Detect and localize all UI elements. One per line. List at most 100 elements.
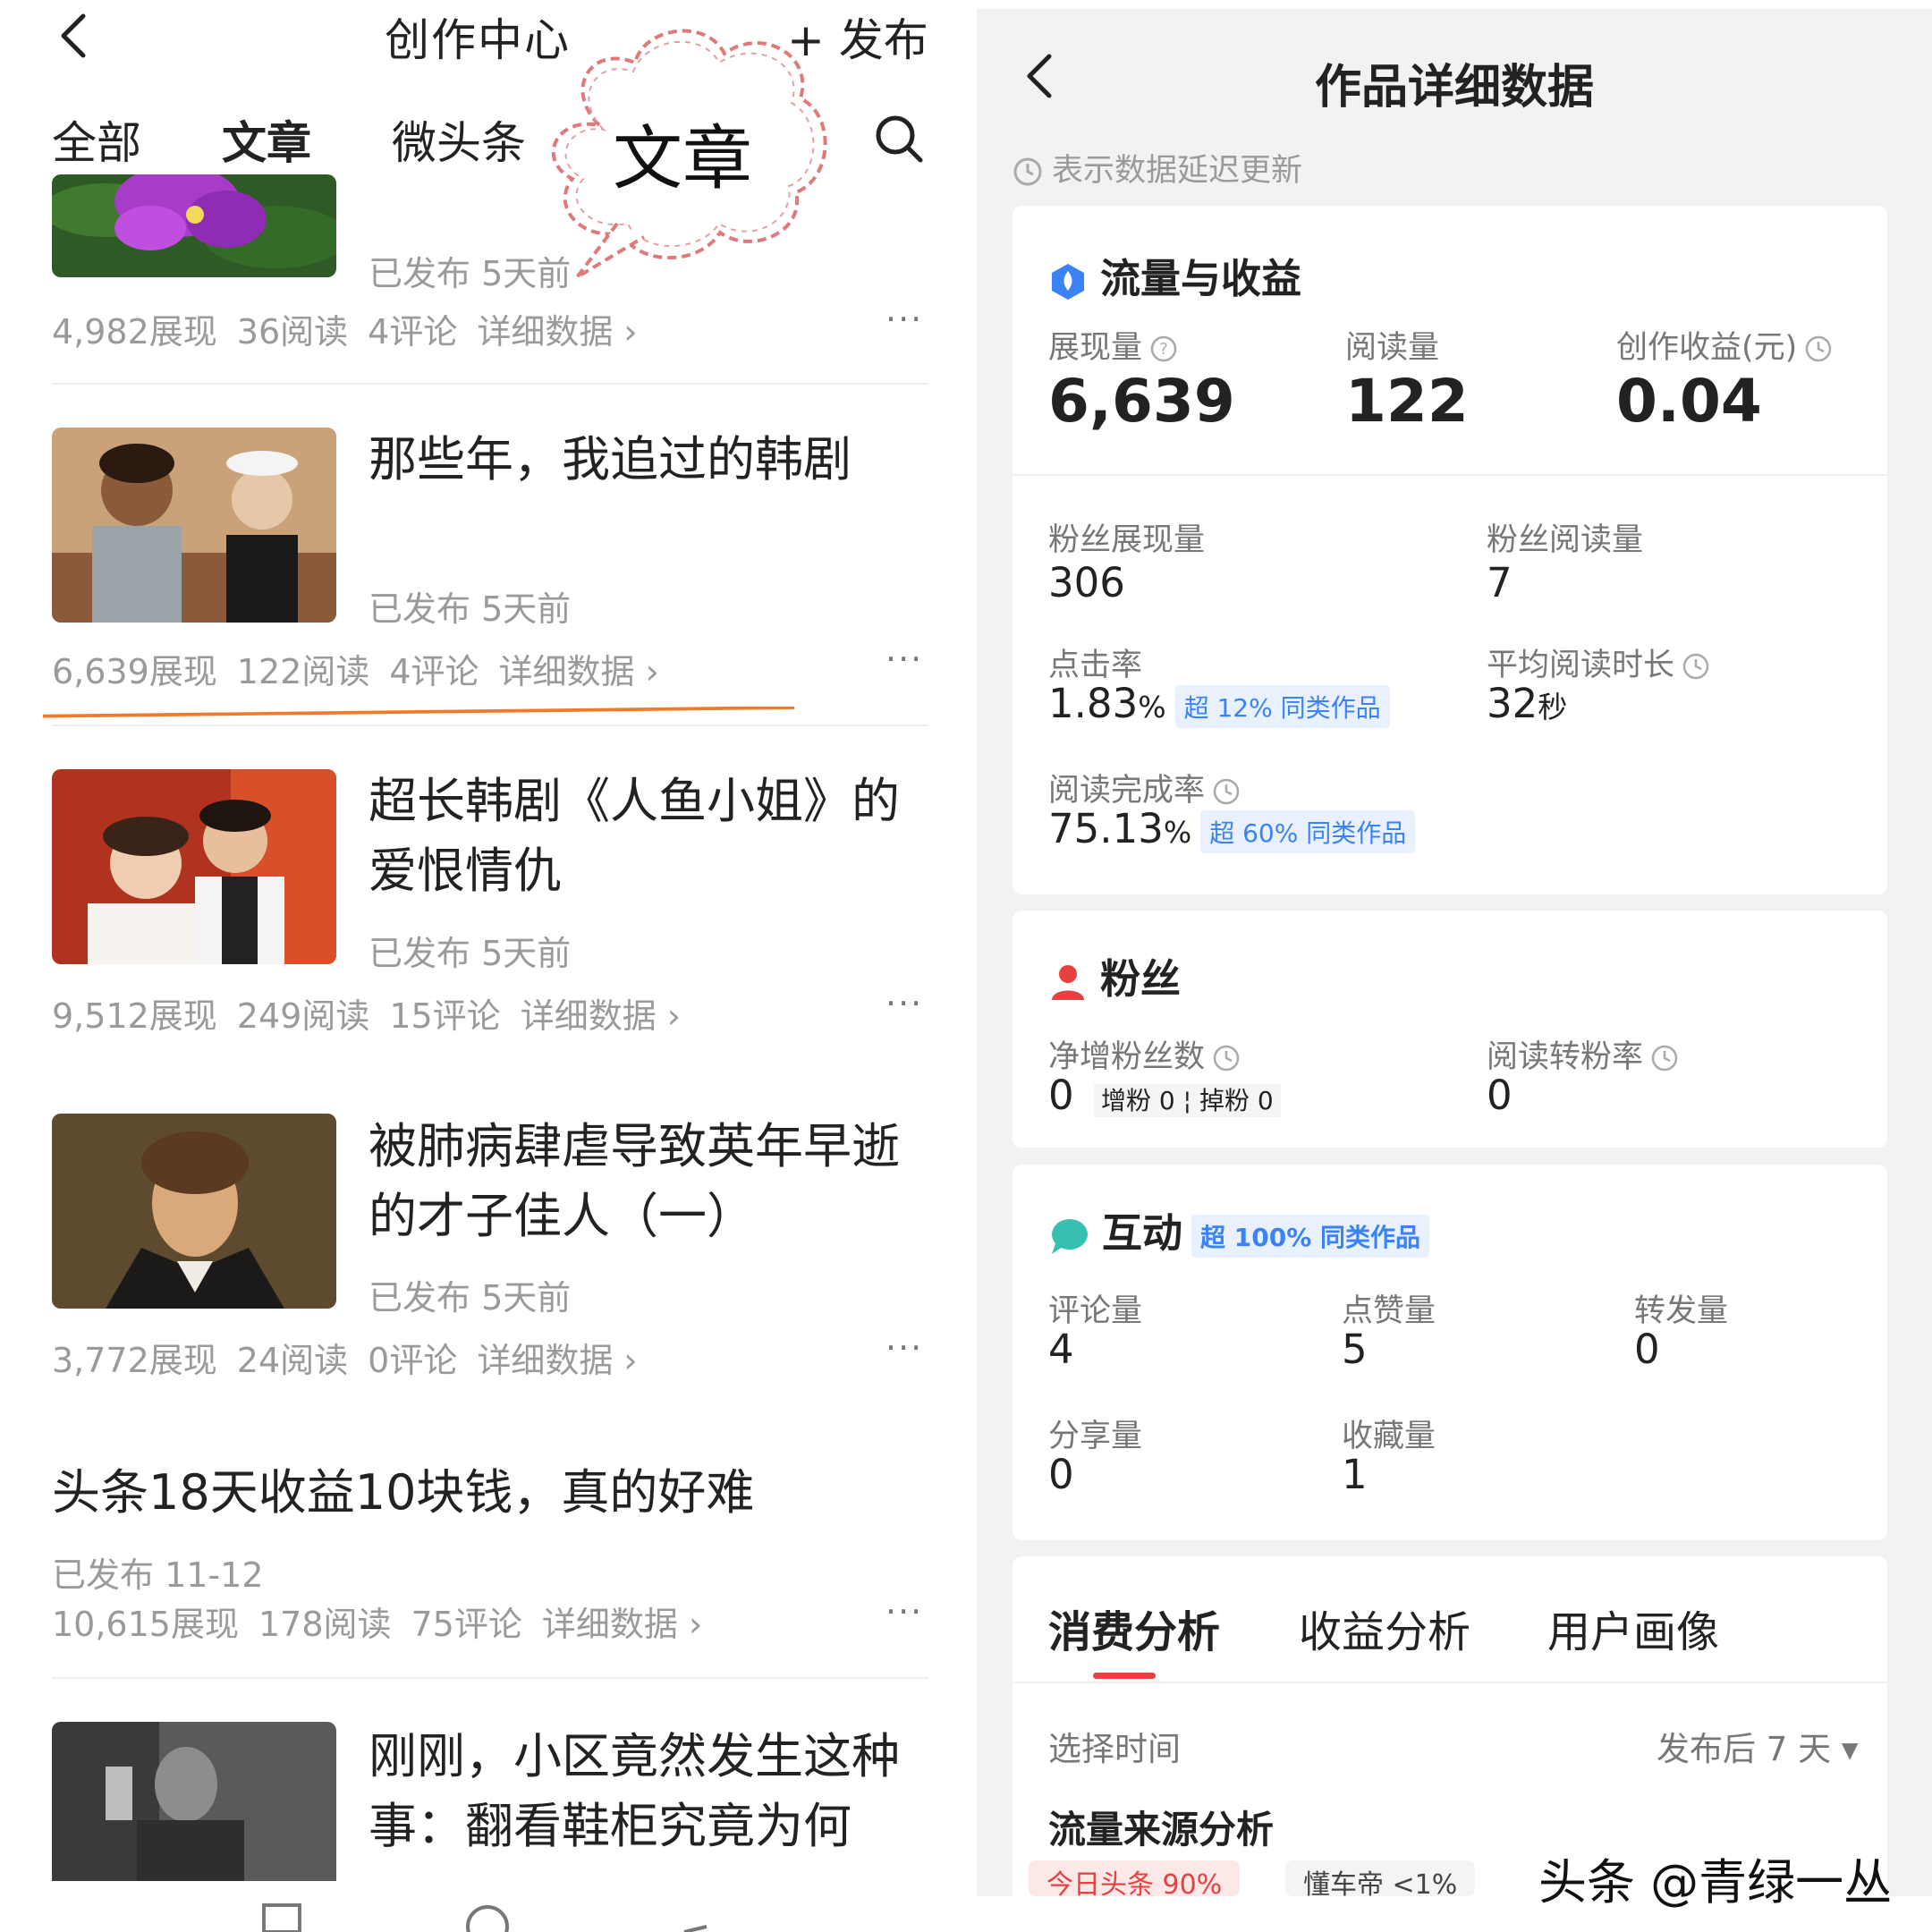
source-chip-dongchedi[interactable]: 懂车帝 <1% <box>1285 1860 1476 1896</box>
time-range-dropdown[interactable]: 发布后 7 天 ▾ <box>1657 1722 1858 1770</box>
detail-data-link[interactable]: 详细数据 › <box>499 652 659 691</box>
article-publish-time: 已发布 5天前 <box>369 589 572 629</box>
divider <box>52 1677 928 1679</box>
comments-count: 75评论 <box>411 1605 522 1644</box>
system-nav-bar <box>262 1903 708 1932</box>
interaction-heading: 互动 <box>1102 1209 1183 1257</box>
article-publish-time: 已发布 11-12 <box>52 1555 264 1595</box>
comments-count: 4评论 <box>389 652 479 691</box>
impressions-count: 10,615展现 <box>52 1605 239 1644</box>
income-value: 0.04 <box>1616 367 1762 436</box>
article-thumbnail[interactable] <box>52 428 336 623</box>
tab-all[interactable]: 全部 <box>52 107 141 172</box>
help-icon[interactable]: ? <box>1149 335 1178 363</box>
impressions-label: 展现量? <box>1048 322 1178 368</box>
article-thumbnail[interactable] <box>52 1114 336 1309</box>
traffic-income-card: 流量与收益 展现量? 6,639 阅读量 122 创作收益(元) 0.04 粉丝… <box>1013 206 1887 894</box>
article-stats: 10,615展现 178阅读 75评论 详细数据 › <box>52 1597 722 1646</box>
delay-clock-icon <box>1682 653 1709 680</box>
fans-heading: 粉丝 <box>1100 955 1182 1003</box>
active-tab-indicator <box>1093 1673 1156 1679</box>
back-nav-icon <box>683 1925 708 1932</box>
person-icon <box>1052 965 1084 1000</box>
fan-reads-value: 7 <box>1487 559 1513 606</box>
delay-note-text: 表示数据延迟更新 <box>1052 153 1303 189</box>
impressions-count: 4,982展现 <box>52 312 217 352</box>
net-fans-label: 净增粉丝数 <box>1048 1031 1241 1077</box>
interaction-card: 互动超 100% 同类作品 评论量 4 点赞量 5 转发量 0 分享量 0 收藏… <box>1013 1165 1887 1540</box>
article-stats: 9,512展现 249阅读 15评论 详细数据 › <box>52 988 700 1038</box>
card-title: 粉丝 <box>1048 946 1181 1004</box>
chat-bubble-icon <box>1052 1219 1088 1254</box>
flame-icon <box>1052 264 1084 300</box>
tab-micro-posts[interactable]: 微头条 <box>392 107 526 172</box>
forwards-value: 0 <box>1634 1326 1660 1373</box>
avg-read-time-value: 32秒 <box>1487 680 1568 727</box>
fan-impressions-value: 306 <box>1048 559 1125 606</box>
shares-value: 0 <box>1048 1451 1074 1498</box>
tab-user-profile[interactable]: 用户画像 <box>1547 1597 1719 1659</box>
comments-count: 0评论 <box>368 1341 458 1380</box>
reads-count: 178阅读 <box>258 1605 392 1644</box>
impressions-count: 6,639展现 <box>52 652 217 691</box>
article-title[interactable]: 刚刚，小区竟然发生这种事：翻看鞋柜究竟为何 <box>369 1722 941 1861</box>
highlight-underline-mark <box>43 707 794 718</box>
article-stats: 6,639展现 122阅读 4评论 详细数据 › <box>52 644 679 693</box>
delay-note: 表示数据延迟更新 <box>1013 145 1302 191</box>
delay-clock-icon <box>1013 157 1042 186</box>
detail-data-link[interactable]: 详细数据 › <box>477 312 637 352</box>
delay-clock-icon <box>1213 778 1240 805</box>
page-title: 作品详细数据 <box>1314 61 1594 114</box>
favorites-value: 1 <box>1342 1451 1368 1498</box>
article-title[interactable]: 那些年，我追过的韩剧 <box>369 425 941 495</box>
svg-text:?: ? <box>1159 340 1168 359</box>
reads-count: 24阅读 <box>236 1341 349 1380</box>
more-options-icon[interactable]: ··· <box>886 1328 923 1368</box>
source-chip-toutiao[interactable]: 今日头条 90% <box>1029 1860 1241 1896</box>
detail-data-link[interactable]: 详细数据 › <box>542 1605 702 1644</box>
search-icon[interactable] <box>872 112 926 165</box>
article-title[interactable]: 被肺病肆虐导致英年早逝的才子佳人（一） <box>369 1112 941 1251</box>
delay-clock-icon <box>1213 1045 1240 1072</box>
forwards-label: 转发量 <box>1634 1293 1729 1329</box>
tab-consumption-analysis[interactable]: 消费分析 <box>1048 1597 1220 1659</box>
comments-label: 评论量 <box>1048 1293 1143 1329</box>
likes-label: 点赞量 <box>1342 1293 1436 1329</box>
shares-label: 分享量 <box>1048 1419 1143 1454</box>
article-publish-time: 已发布 5天前 <box>369 1278 572 1318</box>
tab-articles[interactable]: 文章 <box>222 107 311 172</box>
reads-label: 阅读量 <box>1345 330 1440 366</box>
recent-apps-icon <box>262 1903 301 1932</box>
more-options-icon[interactable]: ··· <box>886 1592 923 1631</box>
delay-clock-icon <box>1806 335 1832 362</box>
impressions-value: 6,639 <box>1048 367 1235 436</box>
article-title[interactable]: 超长韩剧《人鱼小姐》的爱恨情仇 <box>369 767 941 906</box>
article-thumbnail[interactable] <box>52 769 336 964</box>
reads-value: 122 <box>1345 367 1469 436</box>
more-options-icon[interactable]: ··· <box>886 300 923 339</box>
ctr-value: 1.83% 超 12% 同类作品 <box>1048 680 1390 728</box>
annotation-text: 文章 <box>613 119 753 199</box>
home-icon <box>466 1905 509 1932</box>
article-thumbnail[interactable] <box>52 1722 336 1881</box>
interaction-badge: 超 100% 同类作品 <box>1191 1215 1430 1258</box>
net-fans-value: 0 增粉 0 ¦ 掉粉 0 <box>1048 1072 1281 1119</box>
fans-card: 粉丝 净增粉丝数 0 增粉 0 ¦ 掉粉 0 阅读转粉率 0 <box>1013 911 1887 1148</box>
completion-badge: 超 60% 同类作品 <box>1200 810 1416 853</box>
reads-count: 122阅读 <box>236 652 370 691</box>
article-thumbnail[interactable] <box>52 174 336 277</box>
tab-income-analysis[interactable]: 收益分析 <box>1299 1597 1470 1659</box>
watermark: 头条 @青绿一丛 <box>1538 1854 1893 1911</box>
completion-label: 阅读完成率 <box>1048 765 1241 810</box>
detail-data-link[interactable]: 详细数据 › <box>477 1341 637 1380</box>
traffic-source-heading: 流量来源分析 <box>1048 1808 1275 1852</box>
select-time-label: 选择时间 <box>1048 1730 1181 1768</box>
article-title[interactable]: 头条18天收益10块钱，真的好难 <box>52 1458 928 1528</box>
article-publish-time: 已发布 5天前 <box>369 934 572 973</box>
more-options-icon[interactable]: ··· <box>886 984 923 1023</box>
back-arrow-icon[interactable] <box>49 9 103 63</box>
card-title: 流量与收益 <box>1048 246 1301 304</box>
more-options-icon[interactable]: ··· <box>886 640 923 679</box>
detail-data-link[interactable]: 详细数据 › <box>521 996 681 1036</box>
comments-count: 15评论 <box>389 996 501 1036</box>
